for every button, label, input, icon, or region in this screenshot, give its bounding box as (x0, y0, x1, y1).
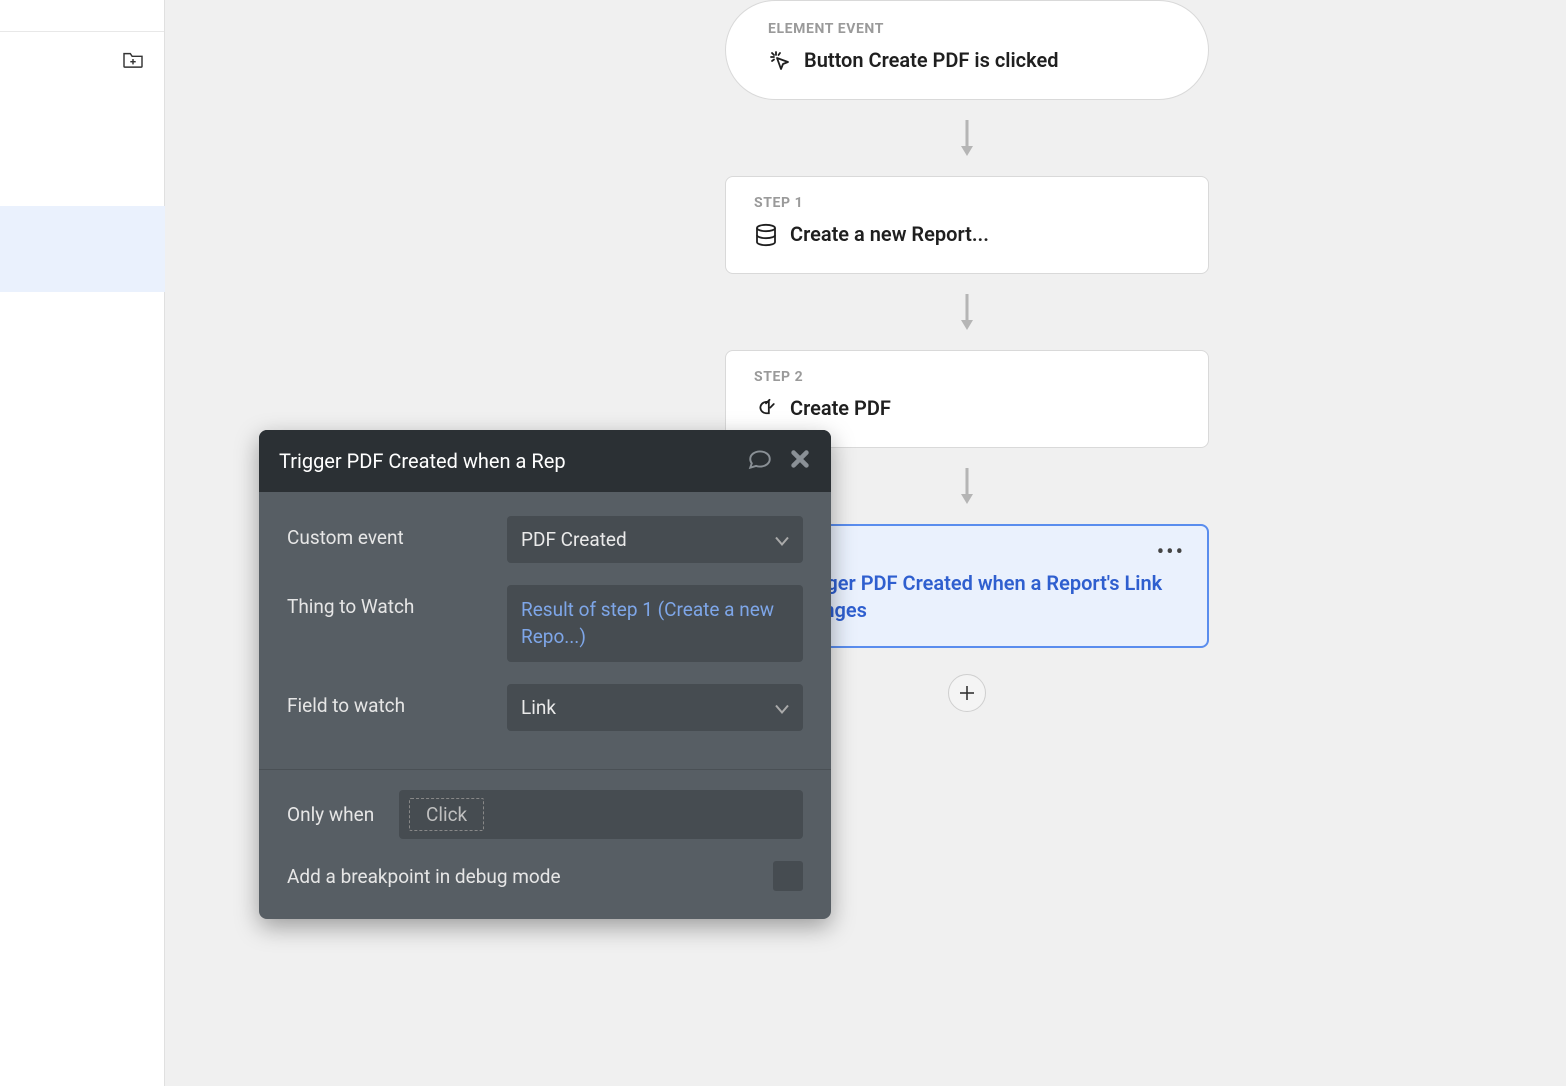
only-when-input[interactable]: Click (399, 790, 803, 839)
property-panel: Trigger PDF Created when a Rep Custom ev… (259, 430, 831, 919)
cursor-click-icon (768, 49, 792, 77)
add-step-button[interactable] (948, 674, 986, 712)
workflow-event-node[interactable]: ELEMENT EVENT Button Create PDF is click… (725, 0, 1209, 100)
custom-event-value: PDF Created (521, 528, 627, 551)
node-title: Button Create PDF is clicked (804, 47, 1058, 74)
node-more-icon[interactable]: ••• (1157, 540, 1185, 565)
comment-icon[interactable] (747, 446, 773, 476)
node-tag: STEP 1 (754, 195, 1180, 211)
chevron-down-icon (775, 696, 789, 719)
flow-arrow (958, 466, 976, 506)
node-title: Create PDF (790, 395, 891, 422)
thing-to-watch-value: Result of step 1 (Create a new Repo...) (521, 598, 774, 648)
node-tag: STEP 2 (754, 369, 1180, 385)
breakpoint-label: Add a breakpoint in debug mode (287, 865, 561, 888)
sidebar-selected-item[interactable] (0, 206, 165, 292)
workflow-step-node[interactable]: STEP 1 Create a new Report... (725, 176, 1209, 274)
field-to-watch-value: Link (521, 696, 556, 719)
node-tag: ELEMENT EVENT (768, 21, 1166, 37)
close-icon[interactable] (789, 448, 811, 474)
thing-to-watch-select[interactable]: Result of step 1 (Create a new Repo...) (507, 585, 803, 662)
node-title: Create a new Report... (790, 221, 989, 248)
flow-arrow (958, 292, 976, 332)
only-when-placeholder[interactable]: Click (409, 798, 484, 831)
new-folder-icon[interactable] (122, 50, 144, 68)
panel-title: Trigger PDF Created when a Rep (279, 449, 566, 473)
field-label-custom-event: Custom event (287, 516, 507, 549)
workflow-canvas: ELEMENT EVENT Button Create PDF is click… (165, 0, 1566, 1086)
chevron-down-icon (775, 528, 789, 551)
plug-icon (754, 397, 778, 425)
database-icon (754, 223, 778, 251)
panel-header[interactable]: Trigger PDF Created when a Rep (259, 430, 831, 492)
breakpoint-checkbox[interactable] (773, 861, 803, 891)
custom-event-select[interactable]: PDF Created (507, 516, 803, 563)
field-label-thing-to-watch: Thing to Watch (287, 585, 507, 618)
field-to-watch-select[interactable]: Link (507, 684, 803, 731)
only-when-label: Only when (287, 803, 399, 826)
node-title: Trigger PDF Created when a Report's Link… (791, 570, 1179, 624)
flow-arrow (958, 118, 976, 158)
field-label-field-to-watch: Field to watch (287, 684, 507, 717)
sidebar-top-strip (0, 0, 164, 32)
left-sidebar (0, 0, 165, 1086)
